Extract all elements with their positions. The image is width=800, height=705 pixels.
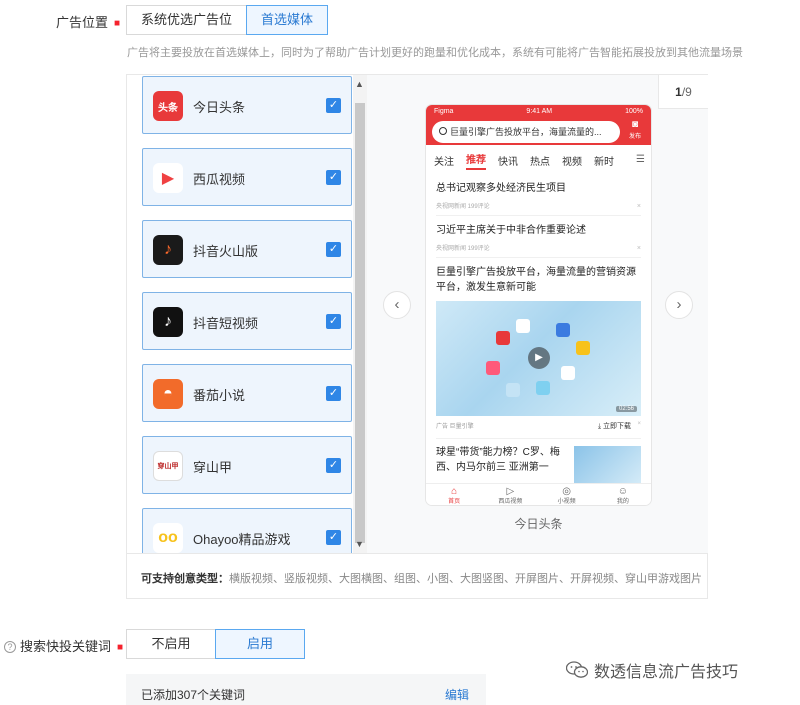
help-icon[interactable]: ? <box>4 641 16 653</box>
ad-meta: 广告 巨量引擎 ⤓ 立即下载 × <box>436 421 641 430</box>
keyword-count: 已添加307个关键词 <box>141 688 246 702</box>
home-tab: ⌂ 首页 <box>426 484 482 505</box>
divider <box>436 257 641 258</box>
divider <box>436 438 641 439</box>
media-card-pangle[interactable]: 穿山甲 穿山甲 ✓ <box>142 436 352 494</box>
news-thumbnail <box>574 446 641 486</box>
fanqie-logo-icon: ◓ <box>153 379 183 409</box>
douyin-logo-icon: ♪ <box>153 307 183 337</box>
pangle-logo-icon: 穿山甲 <box>153 451 183 481</box>
media-name: 抖音火山版 <box>193 244 259 259</box>
preview-area: 1/9 ‹ › Figma 9:41 AM 100% 巨量引擎广告投放平台，海量… <box>367 75 708 553</box>
video-duration: 02:56 <box>615 406 637 412</box>
checkbox-checked-icon[interactable]: ✓ <box>326 170 341 185</box>
phone-bottom-nav: ⌂ 首页 ▷ 西瓜视频 ◎ 小视频 ☺ 我的 <box>426 483 651 505</box>
option-system-preferred[interactable]: 系统优选广告位 <box>126 5 248 35</box>
next-arrow-button[interactable]: › <box>665 291 693 319</box>
scroll-down-arrow-icon[interactable]: ▼ <box>355 539 364 549</box>
wechat-icon <box>566 661 588 678</box>
phone-tab: 热点 <box>530 156 550 168</box>
media-name: 今日头条 <box>193 100 246 115</box>
search-icon <box>439 127 447 135</box>
media-name: 番茄小说 <box>193 388 246 403</box>
user-icon: ☺ <box>617 486 628 497</box>
phone-tab: 关注 <box>434 156 454 168</box>
play-outline-icon: ▷ <box>506 486 515 497</box>
preview-caption: 今日头条 <box>514 517 563 531</box>
media-list: 头条 今日头条 ✓ ▶ 西瓜视频 ✓ ♪ 抖音火山版 ✓ ♪ 抖音短视频 ✓ ◓… <box>127 75 367 553</box>
ad-title: 巨量引擎广告投放平台，海量流量的营销资源平台，激发生意新可能 <box>436 267 636 293</box>
media-card-xigua[interactable]: ▶ 西瓜视频 ✓ <box>142 148 352 206</box>
profile-tab: ☺ 我的 <box>595 484 651 505</box>
media-name: 抖音短视频 <box>193 316 259 331</box>
close-icon: × <box>637 421 641 427</box>
media-card-douyin[interactable]: ♪ 抖音短视频 ✓ <box>142 292 352 350</box>
media-card-ohayoo[interactable]: oo Ohayoo精品游戏 ✓ <box>142 508 352 553</box>
news-item: 习近平主席关于中非合作重要论述 央视网新闻 199评论 × <box>436 225 641 252</box>
keyword-edit-link[interactable]: 编辑 <box>445 686 469 703</box>
keyword-segmented: 不启用 启用 <box>126 629 305 659</box>
toutiao-logo-icon: 头条 <box>153 91 183 121</box>
scrollbar-thumb[interactable] <box>355 103 365 543</box>
short-video-icon: ◎ <box>562 486 571 497</box>
checkbox-checked-icon[interactable]: ✓ <box>326 242 341 257</box>
ad-position-label: 广告位置 ■ <box>56 15 121 30</box>
douyin-huoshan-logo-icon: ♪ <box>153 235 183 265</box>
ad-video-thumbnail: ▶ 02:56 <box>436 301 641 416</box>
phone-tab: 新时 <box>594 156 614 168</box>
phone-preview: Figma 9:41 AM 100% 巨量引擎广告投放平台，海量流量的... ◙… <box>426 105 651 505</box>
short-video-tab: ◎ 小视频 <box>539 484 595 505</box>
phone-tabs: 关注 推荐 快讯 热点 视频 新时 ☰ <box>426 145 651 175</box>
phone-tab: 视频 <box>562 156 582 168</box>
download-link: ⤓ 立即下载 <box>597 423 631 430</box>
checkbox-checked-icon[interactable]: ✓ <box>326 530 341 545</box>
phone-tab-active: 推荐 <box>466 151 486 170</box>
phone-tab: 快讯 <box>498 156 518 168</box>
media-name: 穿山甲 <box>193 460 233 475</box>
ad-position-segmented: 系统优选广告位 首选媒体 <box>126 5 329 35</box>
ad-position-hint: 广告将主要投放在首选媒体上，同时为了帮助广告计划更好的跑量和优化成本，系统有可能… <box>127 47 743 59</box>
page-indicator: 1/9 <box>658 75 708 109</box>
required-mark: ■ <box>114 18 121 29</box>
home-icon: ⌂ <box>451 486 458 497</box>
option-preferred-media[interactable]: 首选媒体 <box>246 5 329 35</box>
supported-creative-types: 可支持创意类型：横版视频、竖版视频、大图横图、组图、小图、大图竖图、开屏图片、开… <box>127 553 707 599</box>
close-icon: × <box>636 245 641 252</box>
phone-search-box: 巨量引擎广告投放平台，海量流量的... <box>432 121 620 143</box>
media-panel: 头条 今日头条 ✓ ▶ 西瓜视频 ✓ ♪ 抖音火山版 ✓ ♪ 抖音短视频 ✓ ◓… <box>126 74 708 599</box>
option-enable[interactable]: 启用 <box>215 629 305 659</box>
video-tab: ▷ 西瓜视频 <box>482 484 538 505</box>
play-icon: ▶ <box>528 347 550 369</box>
search-keyword-label: ? 搜索快投关键词 ■ <box>4 636 123 655</box>
prev-arrow-button[interactable]: ‹ <box>383 291 411 319</box>
menu-icon: ☰ <box>636 154 645 165</box>
checkbox-checked-icon[interactable]: ✓ <box>326 314 341 329</box>
close-icon: × <box>636 203 641 210</box>
camera-icon: ◙ 发布 <box>628 119 641 140</box>
checkbox-checked-icon[interactable]: ✓ <box>326 98 341 113</box>
divider <box>436 215 641 216</box>
media-card-toutiao[interactable]: 头条 今日头条 ✓ <box>142 76 352 134</box>
news-item: 球星“带货”能力榜？C罗、梅西、内马尔前三 亚洲第一 <box>436 447 560 473</box>
xigua-logo-icon: ▶ <box>153 163 183 193</box>
media-card-fanqie[interactable]: ◓ 番茄小说 ✓ <box>142 364 352 422</box>
scroll-up-arrow-icon[interactable]: ▲ <box>355 79 364 89</box>
checkbox-checked-icon[interactable]: ✓ <box>326 458 341 473</box>
status-bar: Figma 9:41 AM 100% <box>434 108 643 115</box>
media-card-douyin-huoshan[interactable]: ♪ 抖音火山版 ✓ <box>142 220 352 278</box>
media-name: 西瓜视频 <box>193 172 246 187</box>
news-item: 总书记观察多处经济民生项目 央视网新闻 199评论 × <box>436 183 641 210</box>
required-mark: ■ <box>117 642 124 653</box>
checkbox-checked-icon[interactable]: ✓ <box>326 386 341 401</box>
watermark: 数透信息流广告技巧 <box>566 658 738 682</box>
media-name: Ohayoo精品游戏 <box>193 532 291 547</box>
option-disable[interactable]: 不启用 <box>126 629 216 659</box>
ohayoo-logo-icon: oo <box>153 523 183 553</box>
